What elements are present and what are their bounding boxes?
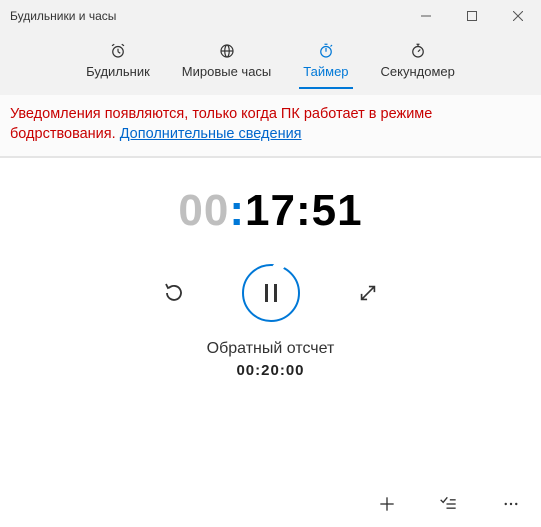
tab-worldclock[interactable]: Мировые часы <box>178 40 276 89</box>
titlebar: Будильники и часы <box>0 0 541 32</box>
tab-bar: Будильник Мировые часы Таймер Секундомер <box>0 32 541 95</box>
add-timer-button[interactable] <box>371 488 403 520</box>
more-button[interactable] <box>495 488 527 520</box>
worldclock-icon <box>218 42 236 60</box>
more-icon <box>502 495 520 513</box>
stopwatch-icon <box>409 42 427 60</box>
minimize-button[interactable] <box>403 0 449 32</box>
tab-alarm-label: Будильник <box>86 64 150 79</box>
colon: : <box>229 186 245 235</box>
alarm-icon <box>109 42 127 60</box>
timer-icon <box>317 42 335 60</box>
minimize-icon <box>421 11 431 21</box>
reset-button[interactable] <box>154 273 194 313</box>
tab-stopwatch-label: Секундомер <box>381 64 455 79</box>
notification-banner: Уведомления появляются, только когда ПК … <box>0 95 541 158</box>
pause-button[interactable] <box>242 264 300 322</box>
timer-controls <box>154 264 388 322</box>
select-list-icon <box>439 494 459 514</box>
window-controls <box>403 0 541 32</box>
tab-worldclock-label: Мировые часы <box>182 64 272 79</box>
select-button[interactable] <box>433 488 465 520</box>
timer-name: Обратный отсчет <box>207 340 335 358</box>
timer-minutes: 17 <box>245 186 296 235</box>
expand-button[interactable] <box>348 273 388 313</box>
close-icon <box>513 11 523 21</box>
command-bar <box>0 481 541 527</box>
tab-alarm[interactable]: Будильник <box>82 40 154 89</box>
window-title: Будильники и часы <box>10 9 116 23</box>
notification-link[interactable]: Дополнительные сведения <box>120 126 302 142</box>
pause-icon <box>263 284 279 302</box>
timer-seconds: 51 <box>312 186 363 235</box>
tab-timer-label: Таймер <box>303 64 348 79</box>
maximize-button[interactable] <box>449 0 495 32</box>
expand-icon <box>357 282 379 304</box>
plus-icon <box>377 494 397 514</box>
close-button[interactable] <box>495 0 541 32</box>
tab-timer[interactable]: Таймер <box>299 40 352 89</box>
colon: : <box>296 186 312 235</box>
timer-duration: 00:20:00 <box>236 362 304 379</box>
maximize-icon <box>467 11 477 21</box>
timer-hours: 00 <box>178 186 229 235</box>
reset-icon <box>162 281 186 305</box>
timer-display: 00:17:51 <box>178 186 362 236</box>
timer-panel: 00:17:51 Обратный отсчет 00:20:00 <box>0 158 541 481</box>
tab-stopwatch[interactable]: Секундомер <box>377 40 459 89</box>
